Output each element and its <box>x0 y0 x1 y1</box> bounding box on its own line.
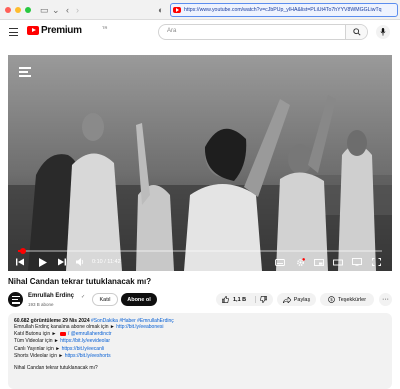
thanks-label: Teşekkürler <box>337 296 367 303</box>
description-line: Tüm Videolar için ► https://bit.ly/eevid… <box>14 338 386 345</box>
zoom-window-button[interactable] <box>25 7 31 13</box>
line-text: Emrullah Erdinç kanalına abone olmak içi… <box>14 324 117 330</box>
settings-button[interactable] <box>294 256 306 268</box>
cast-icon <box>352 258 362 266</box>
address-bar[interactable]: https://www.youtube.com/watch?v=cJbPUp_y… <box>170 3 398 17</box>
thanks-icon: $ <box>328 296 335 303</box>
next-button[interactable] <box>56 256 68 268</box>
live-link[interactable]: https://bit.ly/eecanli <box>62 346 105 352</box>
volume-button[interactable] <box>74 256 86 268</box>
theater-mode-button[interactable] <box>332 256 344 268</box>
search-button[interactable] <box>345 25 367 39</box>
youtube-mini-icon <box>59 331 66 336</box>
thanks-button[interactable]: $ Teşekkürler <box>320 293 374 306</box>
videos-link[interactable]: https://bit.ly/eevideolar <box>60 338 110 344</box>
join-button[interactable]: Katıl <box>92 293 118 306</box>
subscriber-count: 193 B abone <box>28 302 54 307</box>
next-icon <box>58 258 66 266</box>
subtitles-icon <box>275 258 285 266</box>
description-title: Nihal Candan tekrar tutuklanacak mı? <box>14 365 98 372</box>
svg-text:$: $ <box>330 297 333 303</box>
url-text: https://www.youtube.com/watch?v=cJbPUp_y… <box>184 7 382 13</box>
mic-icon <box>380 28 386 36</box>
play-icon <box>39 257 47 267</box>
settings-icon <box>296 257 305 266</box>
search-icon <box>353 28 361 36</box>
subscribe-button[interactable]: Abone ol <box>121 293 157 306</box>
line-text: Katıl Butonu için ► <box>14 331 58 338</box>
cast-button[interactable] <box>351 256 363 268</box>
description-line: Emrullah Erdinç kanalına abone olmak içi… <box>14 324 386 331</box>
back-icon[interactable]: ‹ <box>66 4 69 16</box>
verified-icon: ✓ <box>81 294 86 300</box>
share-label: Paylaş <box>293 296 311 303</box>
description-box[interactable]: 60.682 görüntüleme 29 Nis 2024 #SonDakik… <box>8 313 392 389</box>
more-actions-button[interactable]: ··· <box>379 293 392 306</box>
previous-button[interactable] <box>14 256 26 268</box>
search-input[interactable]: Ara <box>158 24 368 40</box>
logo-text: Premium <box>41 25 82 36</box>
description-line: Canlı Yayınlar için ► https://bit.ly/eec… <box>14 346 386 353</box>
miniplayer-button[interactable] <box>313 256 325 268</box>
volume-icon <box>75 258 83 266</box>
window-controls[interactable] <box>5 7 31 13</box>
voice-search-button[interactable] <box>376 25 390 39</box>
previous-icon <box>16 258 24 266</box>
video-frame <box>8 55 392 271</box>
like-icon[interactable] <box>222 296 229 303</box>
like-dislike-group: 1,1 B <box>216 293 273 306</box>
play-button[interactable] <box>37 256 49 268</box>
share-icon <box>282 296 291 303</box>
line-text: Canlı Yayınlar için ► <box>14 345 62 352</box>
time-display: 0:10 / 11:42 <box>92 259 121 265</box>
video-title: Nihal Candan tekrar tutuklanacak mı? <box>8 277 152 286</box>
channel-name[interactable]: Emrullah Erdinç <box>28 293 74 299</box>
miniplayer-icon <box>314 258 324 266</box>
description-line: Katıl Butonu için ► / @emrullaherdinctr <box>14 331 386 338</box>
youtube-logo-icon <box>27 26 39 35</box>
youtube-favicon-icon <box>173 7 181 13</box>
channel-avatar[interactable] <box>8 292 23 307</box>
subtitles-button[interactable] <box>274 256 286 268</box>
logo-country-code: TR <box>102 25 108 30</box>
subscribe-link[interactable]: http://bit.ly/eeabonesi <box>116 324 163 330</box>
share-button[interactable]: Paylaş <box>277 293 316 306</box>
dislike-icon[interactable] <box>260 296 267 303</box>
sidebar-chevron-icon[interactable]: ⌄ <box>52 4 60 16</box>
fullscreen-button[interactable] <box>370 256 382 268</box>
sidebar-toggle-icon[interactable]: ▭ <box>40 4 49 16</box>
theater-icon <box>333 259 343 265</box>
description-line: Shorts Videolar için ► https://bit.ly/ee… <box>14 353 386 360</box>
forward-icon[interactable]: › <box>76 4 79 16</box>
player-controls: 0:10 / 11:42 <box>8 254 392 271</box>
channel-watermark-icon <box>18 65 32 79</box>
browser-toolbar: ▭ ⌄ ‹ › ◐ https://www.youtube.com/watch?… <box>0 0 400 20</box>
youtube-premium-logo[interactable]: Premium TR <box>27 25 107 36</box>
like-count[interactable]: 1,1 B <box>233 297 246 303</box>
video-player[interactable]: 0:10 / 11:42 <box>8 55 392 271</box>
minimize-window-button[interactable] <box>15 7 21 13</box>
shorts-link[interactable]: https://bit.ly/eeshorts <box>65 353 111 359</box>
more-icon: ··· <box>382 296 389 303</box>
line-text: Shorts Videolar için ► <box>14 352 65 359</box>
privacy-shield-icon[interactable]: ◐ <box>158 4 163 16</box>
menu-icon[interactable] <box>9 28 18 39</box>
join-link[interactable]: / @emrullaherdinctr <box>68 331 112 337</box>
close-window-button[interactable] <box>5 7 11 13</box>
progress-bar[interactable] <box>18 248 382 254</box>
line-text: Tüm Videolar için ► <box>14 338 61 345</box>
fullscreen-icon <box>371 258 381 266</box>
like-divider <box>255 296 256 303</box>
search-placeholder: Ara <box>167 28 177 34</box>
